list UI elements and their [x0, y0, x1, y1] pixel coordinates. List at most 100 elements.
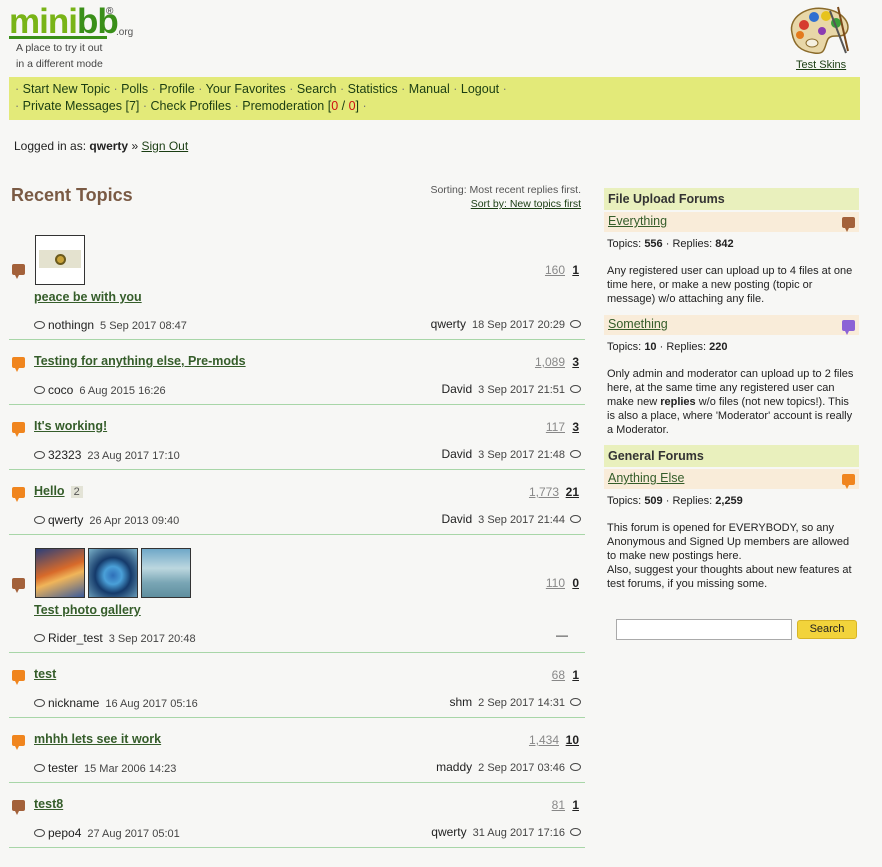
topic-title-link[interactable]: Testing for anything else, Pre-mods: [34, 354, 246, 368]
speech-bubble-icon: [34, 385, 45, 394]
forum-stats: Topics: 10 · Replies: 220: [607, 341, 728, 353]
speech-bubble-icon[interactable]: [570, 319, 581, 328]
emblem-icon: [55, 254, 66, 265]
nav-row1: · Start New Topic · Polls · Profile · Yo…: [15, 82, 507, 96]
gallery-thumbnail[interactable]: [35, 548, 85, 598]
forum-link-everything[interactable]: Everything: [608, 214, 667, 228]
speech-bubble-icon: [34, 828, 45, 837]
topic-views[interactable]: 110: [546, 576, 565, 590]
sign-out-link[interactable]: Sign Out: [141, 139, 188, 153]
sort-by-new-topics-link[interactable]: Sort by: New topics first: [430, 197, 581, 211]
topic-last-post: David 3 Sep 2017 21:48: [441, 447, 581, 461]
topic-replies[interactable]: 0: [572, 576, 579, 590]
topic-row: It's working! 117 3 32323 23 Aug 2017 17:…: [9, 405, 585, 470]
gallery-thumbnail[interactable]: [88, 548, 138, 598]
forum-anything-else: Anything Else: [604, 469, 859, 489]
nav-premoderation[interactable]: Premoderation [0 / 0]: [242, 99, 359, 113]
topic-title-link[interactable]: mhhh lets see it work: [34, 732, 161, 746]
speech-bubble-icon[interactable]: [570, 514, 581, 523]
topic-row: Test photo gallery 110 0 Rider_test 3 Sep…: [9, 535, 585, 653]
speech-bubble-icon: [34, 515, 45, 524]
topic-icon: [12, 487, 25, 502]
topic-last-post: qwerty 31 Aug 2017 17:16: [431, 825, 581, 839]
topic-row: Testing for anything else, Pre-mods 1,08…: [9, 340, 585, 405]
forum-group-header: File Upload Forums: [604, 188, 859, 210]
topic-title-link[interactable]: Test photo gallery: [34, 603, 141, 617]
premod-count-a: 0: [331, 99, 339, 113]
topic-replies[interactable]: 1: [572, 263, 579, 277]
forum-link-anything-else[interactable]: Anything Else: [608, 471, 684, 485]
topic-title-link[interactable]: It's working!: [34, 419, 107, 433]
topic-title-link[interactable]: test8: [34, 797, 63, 811]
login-username: qwerty: [89, 139, 129, 153]
topic-views[interactable]: 1,089: [535, 355, 565, 369]
topic-page-link[interactable]: 2: [70, 486, 83, 498]
speech-bubble-icon[interactable]: [570, 697, 581, 706]
topic-views[interactable]: 117: [546, 420, 565, 434]
forum-group-header: General Forums: [604, 445, 859, 467]
gallery-thumbnail[interactable]: [141, 548, 191, 598]
nav-row2: · Private Messages [7] · Check Profiles …: [15, 99, 367, 113]
topic-title-link[interactable]: Hello 2: [34, 484, 83, 498]
topic-views[interactable]: 160: [545, 263, 565, 277]
topic-author: Rider_test 3 Sep 2017 20:48: [34, 631, 196, 645]
search-button[interactable]: Search: [797, 620, 857, 639]
nav-search[interactable]: Search: [297, 82, 337, 96]
nav-manual[interactable]: Manual: [409, 82, 450, 96]
topic-icon: [12, 422, 25, 437]
topic-icon: [12, 735, 25, 750]
nav-profile[interactable]: Profile: [159, 82, 194, 96]
topic-replies[interactable]: 21: [566, 485, 579, 499]
topic-icon: [12, 800, 25, 815]
tagline: A place to try it out in a different mod…: [16, 40, 126, 72]
nav-check-profiles[interactable]: Check Profiles: [151, 99, 232, 113]
topic-last-post: maddy 2 Sep 2017 03:46: [436, 760, 581, 774]
topic-icon: [12, 670, 25, 685]
logo-org: .org: [116, 27, 134, 38]
recent-topics-title: Recent Topics: [11, 185, 133, 205]
topic-views[interactable]: 1,773: [529, 485, 559, 499]
nav-your-favorites[interactable]: Your Favorites: [206, 82, 286, 96]
topic-icon: [12, 357, 25, 372]
topic-title-link[interactable]: peace be with you: [34, 290, 142, 304]
topic-replies[interactable]: 3: [572, 420, 579, 434]
nav-polls[interactable]: Polls: [121, 82, 148, 96]
topic-icon: [12, 578, 25, 593]
forum-link-something[interactable]: Something: [608, 317, 668, 331]
speech-bubble-icon[interactable]: [570, 384, 581, 393]
forum-everything: Everything: [604, 212, 859, 232]
login-status: Logged in as: qwerty » Sign Out: [14, 139, 189, 153]
forum-icon: [842, 474, 855, 489]
topic-author: coco 6 Aug 2015 16:26: [34, 383, 166, 397]
topic-last-post-empty: —: [556, 628, 568, 642]
topic-thumbnail[interactable]: [35, 235, 85, 285]
topic-views[interactable]: 81: [552, 798, 565, 812]
nav-private-messages[interactable]: Private Messages [7]: [23, 99, 140, 113]
speech-bubble-icon[interactable]: [570, 449, 581, 458]
tagline-line1: A place to try it out: [16, 42, 103, 54]
sorting-info: Sorting: Most recent replies first. Sort…: [430, 183, 581, 211]
topic-author: pepo4 27 Aug 2017 05:01: [34, 826, 180, 840]
topic-row: mhhh lets see it work 1,434 10 tester 15 …: [9, 718, 585, 783]
premod-count-b: 0: [348, 99, 356, 113]
forum-icon: [842, 320, 855, 335]
search-input[interactable]: [616, 619, 792, 640]
palette-icon[interactable]: [786, 3, 854, 57]
nav-start-new-topic[interactable]: Start New Topic: [23, 82, 110, 96]
topic-replies[interactable]: 10: [566, 733, 579, 747]
topic-replies[interactable]: 3: [572, 355, 579, 369]
nav-logout[interactable]: Logout: [461, 82, 499, 96]
topic-author: nothingn 5 Sep 2017 08:47: [34, 318, 187, 332]
topic-views[interactable]: 1,434: [529, 733, 559, 747]
speech-bubble-icon[interactable]: [570, 762, 581, 771]
nav-statistics[interactable]: Statistics: [348, 82, 398, 96]
minibb-logo[interactable]: minibb: [9, 4, 119, 39]
topic-icon: [12, 264, 25, 279]
topic-replies[interactable]: 1: [572, 798, 579, 812]
topic-title-link[interactable]: test: [34, 667, 56, 681]
topic-replies[interactable]: 1: [572, 668, 579, 682]
test-skins-link[interactable]: Test Skins: [796, 59, 846, 71]
topic-views[interactable]: 68: [552, 668, 565, 682]
speech-bubble-icon[interactable]: [570, 827, 581, 836]
topic-author: nickname 16 Aug 2017 05:16: [34, 696, 198, 710]
